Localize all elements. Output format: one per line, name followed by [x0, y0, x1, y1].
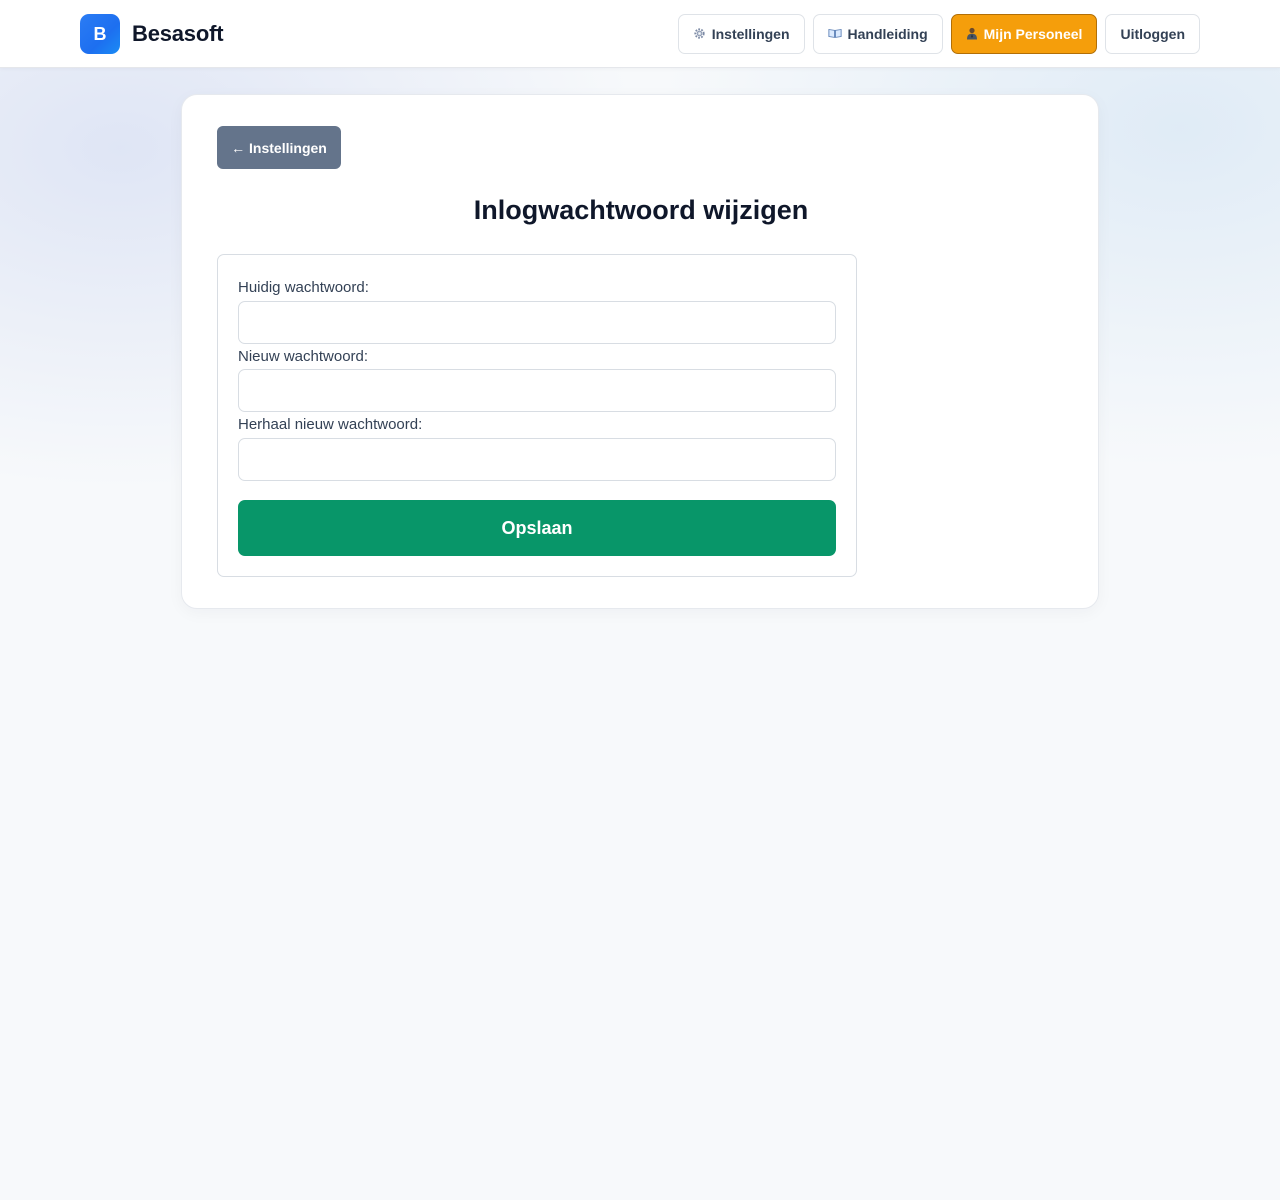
nav-my-staff-label: Mijn Personeel — [983, 26, 1083, 42]
repeat-password-input[interactable] — [238, 438, 836, 481]
repeat-password-label: Herhaal nieuw wachtwoord: — [238, 416, 423, 433]
nav-settings-label: Instellingen — [711, 26, 790, 42]
current-password-input[interactable] — [238, 301, 836, 344]
top-navigation-bar: B Besasoft Instellingen Handleiding Mijn… — [0, 0, 1280, 68]
new-password-label: Nieuw wachtwoord: — [238, 348, 369, 365]
current-password-label: Huidig wachtwoord: — [238, 279, 369, 296]
nav-manual-button[interactable]: Handleiding — [812, 14, 943, 54]
page-title: Inlogwachtwoord wijzigen — [473, 195, 809, 225]
change-password-card: ← Instellingen Inlogwachtwoord wijzigen … — [181, 94, 1099, 609]
brand[interactable]: B Besasoft — [80, 14, 224, 54]
brand-logo: B — [80, 14, 120, 54]
brand-name: Besasoft — [132, 21, 224, 46]
nav-settings-button[interactable]: Instellingen — [677, 14, 805, 54]
nav-logout-label: Uitloggen — [1120, 26, 1185, 42]
nav-my-staff-button[interactable]: Mijn Personeel — [950, 14, 1098, 54]
nav-logout-button[interactable]: Uitloggen — [1105, 14, 1200, 54]
header-nav: Instellingen Handleiding Mijn Personeel — [670, 14, 1200, 54]
book-icon — [827, 27, 842, 41]
person-icon — [966, 27, 978, 42]
gear-icon — [693, 27, 706, 42]
back-to-settings-button[interactable]: ← Instellingen — [217, 126, 341, 169]
nav-manual-label: Handleiding — [847, 26, 928, 42]
save-button[interactable]: Opslaan — [238, 500, 836, 556]
new-password-input[interactable] — [238, 369, 836, 412]
change-password-form: Huidig wachtwoord: Nieuw wachtwoord: Her… — [217, 254, 857, 577]
